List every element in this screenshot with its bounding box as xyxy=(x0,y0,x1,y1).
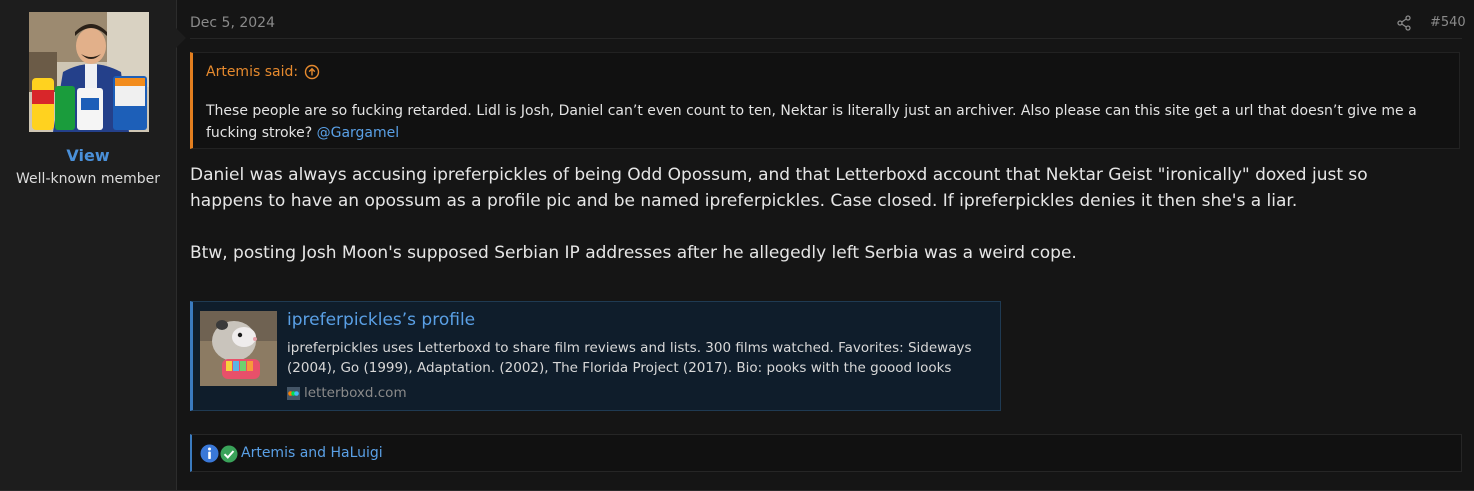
info-icon[interactable] xyxy=(200,444,219,463)
body-paragraph: Btw, posting Josh Moon's supposed Serbia… xyxy=(190,243,1077,263)
user-panel: View Well-known member xyxy=(0,0,186,490)
reaction-users-link[interactable]: Artemis and HaLuigi xyxy=(241,445,383,461)
arrow-up-circle-icon[interactable] xyxy=(304,64,320,80)
post-body: Daniel was always accusing ipreferpickle… xyxy=(190,162,1440,266)
quote-block: Artemis said: These people are so fuckin… xyxy=(190,52,1460,149)
link-thumbnail[interactable] xyxy=(200,311,277,386)
quote-author[interactable]: Artemis said: xyxy=(206,64,298,80)
checkmark-icon[interactable] xyxy=(220,445,238,463)
body-paragraph: Daniel was always accusing ipreferpickle… xyxy=(190,165,1368,211)
user-avatar[interactable] xyxy=(29,12,149,132)
share-icon[interactable] xyxy=(1396,15,1412,31)
user-title: Well-known member xyxy=(16,171,160,187)
reactions-bar: Artemis and HaLuigi xyxy=(190,434,1462,472)
link-preview-card[interactable]: ipreferpickles’s profile ipreferpickles … xyxy=(190,301,1001,411)
post-date[interactable]: Dec 5, 2024 xyxy=(190,15,275,31)
username-link[interactable]: View xyxy=(0,146,176,165)
quote-header[interactable]: Artemis said: xyxy=(206,64,320,80)
user-mention-link[interactable]: @Gargamel xyxy=(317,125,400,141)
quote-text: These people are so fucking retarded. Li… xyxy=(206,100,1441,144)
link-title[interactable]: ipreferpickles’s profile xyxy=(287,310,475,330)
link-domain[interactable]: letterboxd.com xyxy=(287,385,407,401)
post-number-link[interactable]: #540 xyxy=(1430,15,1466,30)
header-divider xyxy=(190,38,1462,39)
letterboxd-favicon-icon xyxy=(287,386,300,400)
link-domain-text[interactable]: letterboxd.com xyxy=(304,385,407,401)
forum-post: View Well-known member Dec 5, 2024 #540 … xyxy=(0,0,1474,491)
link-description: ipreferpickles uses Letterboxd to share … xyxy=(287,340,972,376)
